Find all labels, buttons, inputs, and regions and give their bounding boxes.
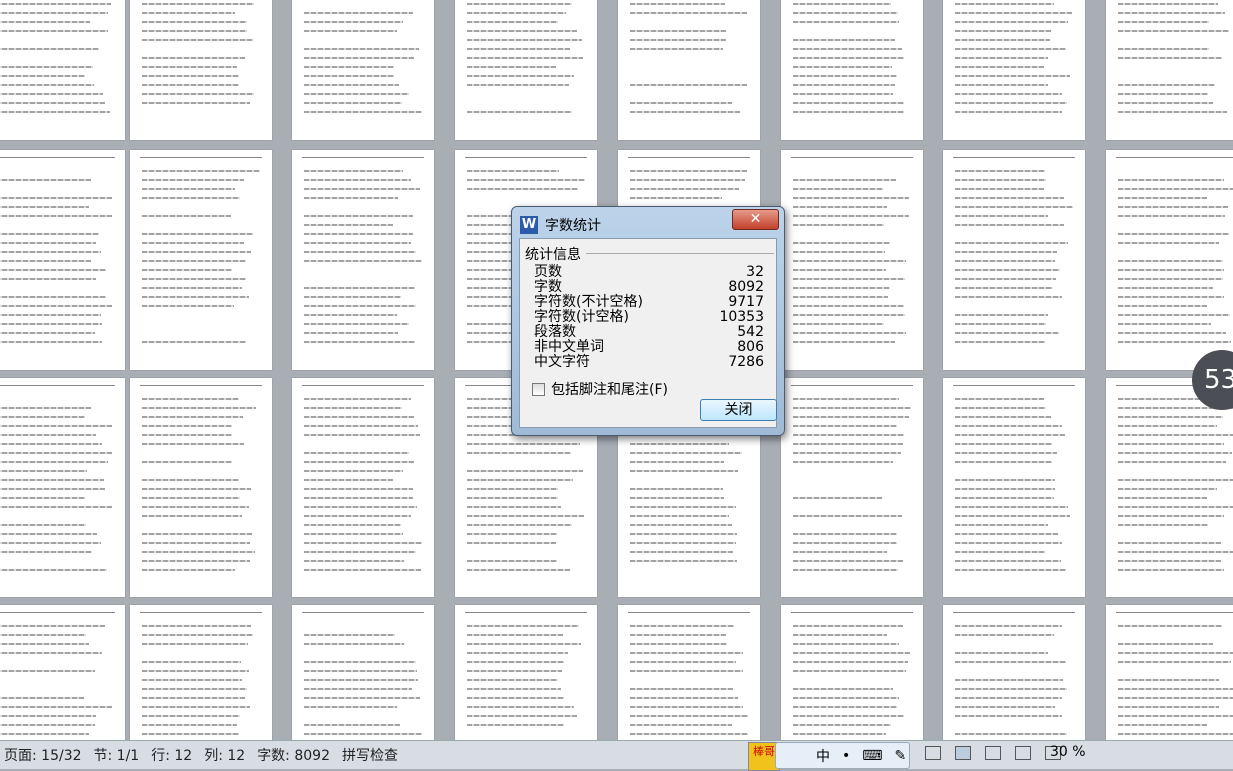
page-thumbnail[interactable] [292,0,434,140]
dialog-titlebar: W 字数统计 [520,214,601,236]
close-button[interactable]: 关闭 [700,399,777,421]
close-icon[interactable]: ✕ [732,209,779,230]
stat-label: 中文字符 [534,355,590,370]
page-thumbnail[interactable] [781,378,923,597]
stat-value: 32 [746,265,764,280]
stat-value: 8092 [728,280,764,295]
page-thumbnail[interactable] [1106,0,1233,140]
stat-row: 字数 8092 [534,280,764,295]
status-page[interactable]: 页面: 15/32 [4,745,82,765]
stat-row: 字符数(计空格) 10353 [534,310,764,325]
stat-row: 非中文单词 806 [534,340,764,355]
stat-value: 10353 [719,310,764,325]
ime-keyboard-icon[interactable]: ⌨ [862,748,882,764]
stat-label: 字数 [534,280,562,295]
page-thumbnail[interactable] [943,0,1085,140]
dialog-title: 字数统计 [545,215,601,235]
page-thumbnail[interactable] [130,605,272,740]
page-thumbnail[interactable] [1106,605,1233,740]
stat-label: 段落数 [534,325,576,340]
group-divider [586,253,774,254]
page-thumbnail[interactable] [455,605,597,740]
status-word-count[interactable]: 字数: 8092 [257,745,330,765]
page-thumbnail[interactable] [0,378,125,597]
view-fullscreen-icon[interactable] [925,746,941,760]
stat-value: 9717 [728,295,764,310]
page-thumbnail[interactable] [130,150,272,370]
stat-label: 非中文单词 [534,340,604,355]
page-thumbnail[interactable] [943,605,1085,740]
page-thumbnail[interactable] [130,378,272,597]
page-thumbnail[interactable] [1106,378,1233,597]
ime-settings-icon[interactable]: ✎ [894,748,906,764]
page-thumbnail[interactable] [130,0,272,140]
page-thumbnail[interactable] [292,150,434,370]
stat-value: 542 [737,325,764,340]
page-thumbnail[interactable] [943,150,1085,370]
stat-value: 806 [737,340,764,355]
view-print-layout-icon[interactable] [955,746,971,760]
stat-label: 字符数(不计空格) [534,295,643,310]
ime-toolbar[interactable]: 中 • ⌨ ✎ [775,742,910,769]
page-thumbnail[interactable] [0,150,125,370]
checkbox-label: 包括脚注和尾注(F) [551,379,668,399]
page-thumbnail[interactable] [1106,150,1233,370]
page-thumbnail[interactable] [781,605,923,740]
page-thumbnail[interactable] [0,605,125,740]
page-thumbnail[interactable] [0,0,125,140]
page-thumbnail[interactable] [292,378,434,597]
ime-punct-icon[interactable]: • [842,748,850,764]
stat-label: 页数 [534,265,562,280]
checkbox-box[interactable] [532,383,545,396]
page-thumbnail[interactable] [455,0,597,140]
status-column: 列: 12 [204,745,245,765]
view-outline-icon[interactable] [1015,746,1031,760]
status-line: 行: 12 [151,745,192,765]
zoom-level[interactable]: 30 % [1050,744,1086,760]
page-thumbnail[interactable] [618,0,760,140]
page-thumbnail[interactable] [781,150,923,370]
stat-label: 字符数(计空格) [534,310,629,325]
status-spell-check[interactable]: 拼写检查 [342,745,398,765]
stat-row: 页数 32 [534,265,764,280]
stat-row: 字符数(不计空格) 9717 [534,295,764,310]
ime-mode[interactable]: 中 [816,746,830,766]
view-buttons [925,746,1061,760]
page-thumbnail[interactable] [943,378,1085,597]
stats-list: 页数 32 字数 8092 字符数(不计空格) 9717 字符数(计空格) 10353 段落数 5… [534,265,764,370]
stat-value: 7286 [728,355,764,370]
page-thumbnail[interactable] [618,605,760,740]
page-thumbnail[interactable] [781,0,923,140]
include-footnotes-checkbox[interactable]: 包括脚注和尾注(F) [532,379,668,399]
word-count-dialog: W 字数统计 ✕ 统计信息 页数 32 字数 8092 字符数(不计空格) 9717 字符数… [511,206,785,436]
page-thumbnail[interactable] [292,605,434,740]
word-app-icon: W [520,216,538,234]
group-label: 统计信息 [525,244,581,264]
stat-row: 段落数 542 [534,325,764,340]
stat-row: 中文字符 7286 [534,355,764,370]
view-web-layout-icon[interactable] [985,746,1001,760]
status-section: 节: 1/1 [94,745,140,765]
